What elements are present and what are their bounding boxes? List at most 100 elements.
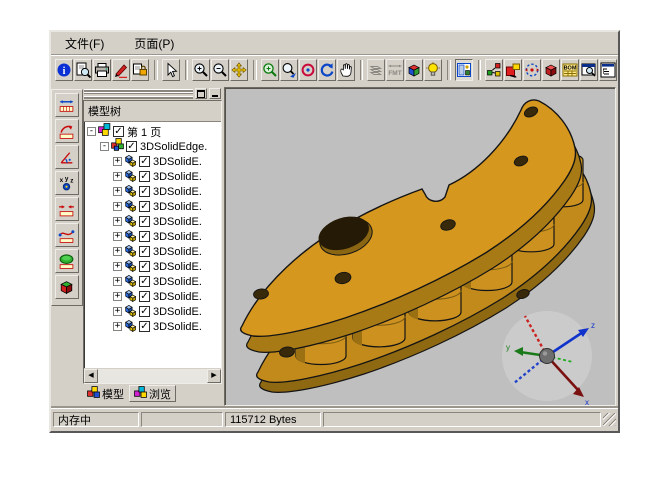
- tree-expand-toggle[interactable]: +: [113, 232, 122, 241]
- radial-dimension-button[interactable]: [55, 119, 79, 143]
- angle-dimension-button[interactable]: [55, 145, 79, 169]
- tree-checkbox[interactable]: ✓: [139, 156, 150, 167]
- print-button[interactable]: [93, 59, 111, 81]
- tree-item-label[interactable]: 3DSolidE.: [153, 261, 202, 273]
- tree-checkbox[interactable]: ✓: [139, 246, 150, 257]
- preview-window-button[interactable]: [580, 59, 598, 81]
- tree-item-label[interactable]: 3DSolidE.: [153, 291, 202, 303]
- tree-item-label[interactable]: 第 1 页: [127, 124, 161, 140]
- explode-button[interactable]: [485, 59, 503, 81]
- menu-file[interactable]: 文件(F): [61, 33, 108, 54]
- zoom-target-button[interactable]: [299, 59, 317, 81]
- tree-checkbox[interactable]: ✓: [139, 231, 150, 242]
- tab-browse[interactable]: 浏览: [129, 385, 176, 402]
- orbit-button[interactable]: [523, 59, 541, 81]
- tree-checkbox[interactable]: ✓: [139, 201, 150, 212]
- format-button[interactable]: FMT: [386, 59, 404, 81]
- tree-expand-toggle[interactable]: +: [113, 202, 122, 211]
- tree-item-label[interactable]: 3DSolidE.: [153, 246, 202, 258]
- axis-origin-sphere: [540, 349, 555, 364]
- curve-dimension-button[interactable]: [55, 223, 79, 247]
- tree-hscrollbar[interactable]: ◀ ▶: [84, 368, 221, 383]
- tree-checkbox[interactable]: ✓: [139, 276, 150, 287]
- tree-expand-toggle[interactable]: -: [87, 127, 96, 136]
- volume-dimension-button[interactable]: [55, 275, 79, 299]
- permissions-button[interactable]: [131, 59, 149, 81]
- tree-expand-toggle[interactable]: +: [113, 277, 122, 286]
- area-dimension-button[interactable]: [55, 249, 79, 273]
- tree-checkbox[interactable]: ✓: [139, 306, 150, 317]
- tree-checkbox[interactable]: ✓: [113, 126, 124, 137]
- pan-button[interactable]: [230, 59, 248, 81]
- tree-hscroll-track[interactable]: [98, 369, 207, 383]
- toolbar-separator: [154, 60, 158, 80]
- redline-button[interactable]: [112, 59, 130, 81]
- model-tree-toggle-button[interactable]: [455, 59, 473, 81]
- viewport-3d[interactable]: z x y: [224, 87, 616, 406]
- tree-expand-toggle[interactable]: +: [113, 292, 122, 301]
- zoom-window-button[interactable]: [261, 59, 279, 81]
- snapshot-button[interactable]: [504, 59, 522, 81]
- resize-grip[interactable]: [603, 413, 616, 426]
- scroll-left-icon[interactable]: ◀: [84, 369, 98, 383]
- about-button[interactable]: i: [55, 59, 73, 81]
- tree-item-label[interactable]: 3DSolidE.: [153, 156, 202, 168]
- coordinate-dimension-button[interactable]: xyz: [55, 171, 79, 195]
- tree-expand-toggle[interactable]: +: [113, 322, 122, 331]
- tree-item-label[interactable]: 3DSolidE.: [153, 321, 202, 333]
- tree-item-label[interactable]: 3DSolidEdge.: [140, 141, 207, 153]
- tree-checkbox[interactable]: ✓: [139, 216, 150, 227]
- tree-checkbox[interactable]: ✓: [126, 141, 137, 152]
- tree-item-label[interactable]: 3DSolidE.: [153, 201, 202, 213]
- select-button[interactable]: [162, 59, 180, 81]
- tree-checkbox[interactable]: ✓: [139, 261, 150, 272]
- tree-item-label[interactable]: 3DSolidE.: [153, 186, 202, 198]
- zoom-out-button[interactable]: [211, 59, 229, 81]
- tree-item-label[interactable]: 3DSolidE.: [153, 231, 202, 243]
- lighting-button[interactable]: [424, 59, 442, 81]
- tree-checkbox[interactable]: ✓: [139, 171, 150, 182]
- tree-checkbox[interactable]: ✓: [139, 291, 150, 302]
- view-cube-button[interactable]: [405, 59, 423, 81]
- tree-item-label[interactable]: 3DSolidE.: [153, 276, 202, 288]
- linear-dimension-button[interactable]: [55, 93, 79, 117]
- layers-button[interactable]: [367, 59, 385, 81]
- tree-expand-toggle[interactable]: +: [113, 307, 122, 316]
- tab-model[interactable]: 模型: [83, 385, 128, 402]
- panel-minimize-button[interactable]: [209, 88, 221, 99]
- tree-expand-toggle[interactable]: +: [113, 187, 122, 196]
- tree-expand-toggle[interactable]: -: [100, 142, 109, 151]
- scroll-right-icon[interactable]: ▶: [207, 369, 221, 383]
- zoom-in-button[interactable]: [192, 59, 210, 81]
- model-tab-icon: [87, 386, 100, 401]
- panel-grip[interactable]: [83, 87, 222, 100]
- tree-item-label[interactable]: 3DSolidE.: [153, 306, 202, 318]
- tree-expand-toggle[interactable]: +: [113, 157, 122, 166]
- tree-item-label[interactable]: 3DSolidE.: [153, 171, 202, 183]
- tree-checkbox[interactable]: ✓: [139, 186, 150, 197]
- tree-expand-toggle[interactable]: +: [113, 262, 122, 271]
- zoom-select-button[interactable]: [280, 59, 298, 81]
- tree-row: + ✓3DSolidE.: [84, 274, 221, 289]
- panel-maximize-button[interactable]: [195, 88, 207, 99]
- pan-hand-button[interactable]: [337, 59, 355, 81]
- render-button[interactable]: [542, 59, 560, 81]
- structure-list-button[interactable]: [599, 59, 617, 81]
- explode-icon: [486, 62, 502, 78]
- tree-expand-toggle[interactable]: +: [113, 247, 122, 256]
- assembly-node-icon: [111, 138, 124, 155]
- menu-page[interactable]: 页面(P): [130, 33, 178, 54]
- print-preview-button[interactable]: [74, 59, 92, 81]
- tree-checkbox[interactable]: ✓: [139, 321, 150, 332]
- tree-item-label[interactable]: 3DSolidE.: [153, 216, 202, 228]
- bom-button[interactable]: BOM: [561, 59, 579, 81]
- panel-grip-lines[interactable]: [84, 89, 193, 99]
- distance-dimension-button[interactable]: [55, 197, 79, 221]
- preview-window-icon: [581, 62, 597, 78]
- tree-row: + ✓3DSolidE.: [84, 214, 221, 229]
- refresh-view-button[interactable]: [318, 59, 336, 81]
- tree-expand-toggle[interactable]: +: [113, 217, 122, 226]
- tree-expand-toggle[interactable]: +: [113, 172, 122, 181]
- panel-tabs: 模型浏览: [83, 384, 222, 406]
- layers-icon: [368, 62, 384, 78]
